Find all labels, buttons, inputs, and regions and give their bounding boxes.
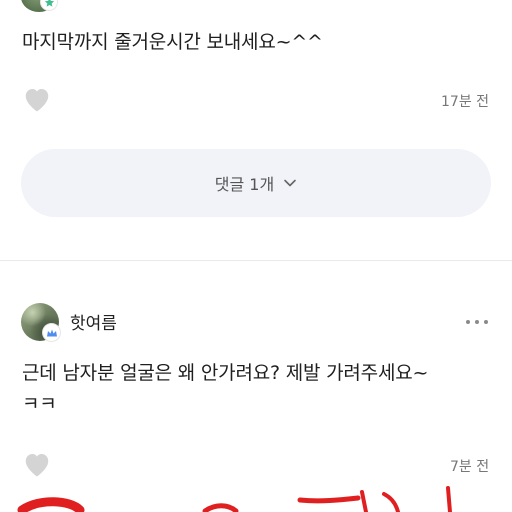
divider (0, 260, 512, 261)
comment-text: 마지막까지 줄거운시간 보내세요~^^ (22, 31, 323, 53)
more-dots-icon[interactable] (466, 318, 488, 326)
author-name[interactable]: 핫여름 (70, 309, 117, 334)
comment-time: 7분 전 (450, 459, 490, 475)
comment-text-line-2: ㅋㅋ (22, 393, 57, 415)
star-badge-icon (41, 0, 57, 10)
heart-icon[interactable] (22, 450, 52, 478)
chevron-down-icon (283, 178, 297, 188)
red-scribble-overlay (17, 486, 452, 512)
comment-page: 마지막까지 줄거운시간 보내세요~^^ 17분 전 댓글 1개 핫여름 근데 남… (0, 0, 512, 512)
comment-text: 근데 남자분 얼굴은 왜 안가려요? 제발 가려주세요~ ㅋㅋ (22, 358, 502, 420)
comment-time: 17분 전 (441, 94, 490, 110)
heart-icon[interactable] (22, 85, 52, 113)
reply-count-label: 댓글 1개 (214, 175, 275, 194)
crown-badge-icon (43, 324, 60, 341)
comment-text-line-1: 근데 남자분 얼굴은 왜 안가려요? 제발 가려주세요~ (22, 362, 429, 384)
reply-toggle-button[interactable]: 댓글 1개 (21, 149, 491, 217)
